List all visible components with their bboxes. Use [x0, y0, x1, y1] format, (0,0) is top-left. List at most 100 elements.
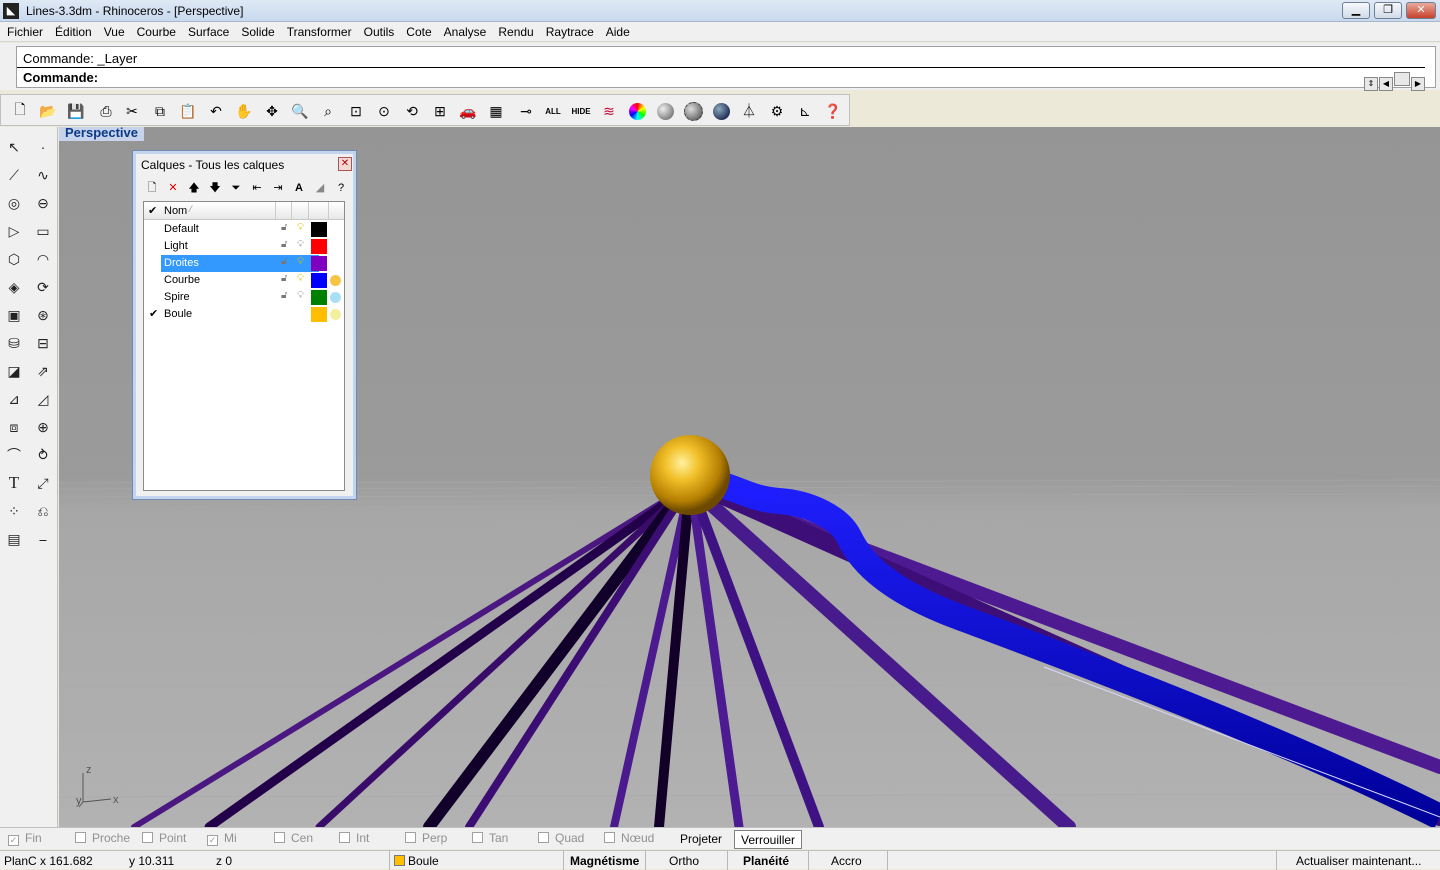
- gumball-icon[interactable]: ⊿: [3, 388, 25, 410]
- point-snap-icon[interactable]: ⊸: [515, 100, 537, 122]
- new-file-icon[interactable]: 🗋: [9, 100, 31, 122]
- osnap-checkbox[interactable]: [604, 832, 615, 843]
- layer-row[interactable]: ✔ Boule: [144, 306, 344, 323]
- undo-icon[interactable]: ↶: [205, 100, 227, 122]
- layer-material-swatch[interactable]: [330, 309, 341, 320]
- zoom-window-icon[interactable]: ⌕: [317, 100, 339, 122]
- cut-icon[interactable]: ✂: [121, 100, 143, 122]
- close-icon[interactable]: ✕: [338, 157, 352, 171]
- curve-icon[interactable]: ∿: [32, 164, 54, 186]
- help-icon[interactable]: ?: [332, 179, 350, 197]
- layer-name[interactable]: Default: [164, 223, 199, 235]
- menu-cote[interactable]: Cote: [399, 22, 436, 39]
- collapse-icon[interactable]: ⇤: [248, 179, 266, 197]
- osnap-checkbox[interactable]: [75, 832, 86, 843]
- layer-color-swatch[interactable]: [311, 307, 327, 322]
- current-layer[interactable]: Boule: [394, 854, 439, 868]
- lightbulb-icon[interactable]: 💡︎: [297, 222, 304, 233]
- osnap-item[interactable]: Nœud: [604, 831, 654, 845]
- menu-rendu[interactable]: Rendu: [491, 22, 538, 39]
- osnap-checkbox[interactable]: [472, 832, 483, 843]
- verrouiller-button[interactable]: Verrouiller: [734, 830, 803, 849]
- unlock-icon[interactable]: 🔓︎: [281, 290, 287, 301]
- osnap-item[interactable]: Int: [339, 831, 369, 845]
- hide-button[interactable]: HIDE: [570, 100, 592, 122]
- layer-color-swatch[interactable]: [311, 256, 327, 271]
- show-all-button[interactable]: ALL: [542, 100, 564, 122]
- osnap-checkbox[interactable]: [142, 832, 153, 843]
- unlock-icon[interactable]: 🔓︎: [281, 239, 287, 250]
- planar-toggle[interactable]: Planéité: [743, 854, 789, 868]
- text-icon[interactable]: T: [3, 472, 25, 494]
- osnap-item[interactable]: ✓ Fin: [8, 831, 42, 846]
- viewport-title[interactable]: Perspective: [59, 127, 144, 141]
- column-name[interactable]: Nom: [164, 205, 187, 217]
- cylinder-icon[interactable]: ⛁: [3, 332, 25, 354]
- filter-icon[interactable]: ⏷: [227, 179, 245, 197]
- ellipse-icon[interactable]: ⊖: [32, 192, 54, 214]
- transform-icon[interactable]: ⊕: [32, 416, 54, 438]
- layer-material-swatch[interactable]: [330, 224, 341, 235]
- spotlight-icon[interactable]: ⏃: [738, 100, 760, 122]
- osnap-item[interactable]: Point: [142, 831, 186, 845]
- mesh-icon[interactable]: ⊟: [32, 332, 54, 354]
- move-arrows-icon[interactable]: ⇗: [32, 360, 54, 382]
- move-up-icon[interactable]: 🡅: [185, 179, 203, 197]
- osnap-item[interactable]: Quad: [538, 831, 584, 845]
- delete-layer-icon[interactable]: ✕: [164, 179, 182, 197]
- point-icon[interactable]: ·: [32, 136, 54, 158]
- restore-button[interactable]: ❐: [1374, 2, 1402, 19]
- paste-icon[interactable]: 📋: [177, 100, 199, 122]
- layer-name[interactable]: Boule: [164, 308, 192, 320]
- layer-name[interactable]: Light: [164, 240, 188, 252]
- rotate-view-icon[interactable]: ✥: [261, 100, 283, 122]
- osnap-item[interactable]: Tan: [472, 831, 508, 845]
- osnap-checkbox[interactable]: ✓: [207, 835, 218, 846]
- layer-material-swatch[interactable]: [330, 292, 341, 303]
- new-layer-icon[interactable]: 🗋: [143, 179, 161, 197]
- menu-solide[interactable]: Solide: [234, 22, 279, 39]
- arc-icon[interactable]: ◠: [32, 248, 54, 270]
- close-button[interactable]: ✕: [1406, 2, 1436, 19]
- osnap-checkbox[interactable]: ✓: [8, 835, 19, 846]
- render-icon[interactable]: ▤: [3, 528, 25, 550]
- osnap-item[interactable]: Perp: [405, 831, 447, 845]
- projeter-button[interactable]: Projeter: [674, 830, 728, 849]
- zoom-icon[interactable]: 🔍: [289, 100, 311, 122]
- dimension-icon[interactable]: ⊾: [794, 100, 816, 122]
- triangle-icon[interactable]: ◢: [311, 179, 329, 197]
- group-icon[interactable]: ⁘: [3, 500, 25, 522]
- layers-icon[interactable]: ≋: [598, 100, 620, 122]
- layer-name[interactable]: Droites: [164, 257, 199, 269]
- select-arrow-icon[interactable]: ↖: [3, 136, 25, 158]
- surface-icon[interactable]: ◈: [3, 276, 25, 298]
- menu-vue[interactable]: Vue: [97, 22, 130, 39]
- osnap-checkbox[interactable]: [405, 832, 416, 843]
- array-icon[interactable]: ⧈: [3, 416, 25, 438]
- circle-icon[interactable]: ◎: [3, 192, 25, 214]
- help-icon[interactable]: ❓: [822, 100, 844, 122]
- scroll-left-icon[interactable]: ◀: [1379, 77, 1393, 91]
- car-icon[interactable]: 🚗: [457, 100, 479, 122]
- hexagon-icon[interactable]: ⬡: [3, 248, 25, 270]
- blue-sphere-icon[interactable]: [710, 100, 732, 122]
- layer-row[interactable]: Droites 🔓︎ 💡︎: [144, 255, 344, 272]
- boule-sphere[interactable]: [650, 435, 730, 515]
- boolean-icon[interactable]: ⊛: [32, 304, 54, 326]
- offset-icon[interactable]: ⥁: [32, 444, 54, 466]
- dimension-line-icon[interactable]: ⎯: [32, 528, 54, 550]
- four-viewports-icon[interactable]: ⊞: [429, 100, 451, 122]
- menu-transformer[interactable]: Transformer: [280, 22, 357, 39]
- open-folder-icon[interactable]: 📂: [37, 100, 59, 122]
- menu-courbe[interactable]: Courbe: [130, 22, 181, 39]
- copy-icon[interactable]: ⧉: [149, 100, 171, 122]
- box-icon[interactable]: ▣: [3, 304, 25, 326]
- osnap-item[interactable]: Proche: [75, 831, 130, 845]
- unlock-icon[interactable]: 🔓︎: [281, 222, 287, 233]
- color-wheel-icon[interactable]: [626, 100, 648, 122]
- polyline-icon[interactable]: ⟋: [3, 164, 25, 186]
- curve-edit-icon[interactable]: ⎌: [32, 500, 54, 522]
- menu-outils[interactable]: Outils: [357, 22, 400, 39]
- pan-hand-icon[interactable]: ✋: [233, 100, 255, 122]
- layer-row[interactable]: Light 🔓︎ 💡︎: [144, 238, 344, 255]
